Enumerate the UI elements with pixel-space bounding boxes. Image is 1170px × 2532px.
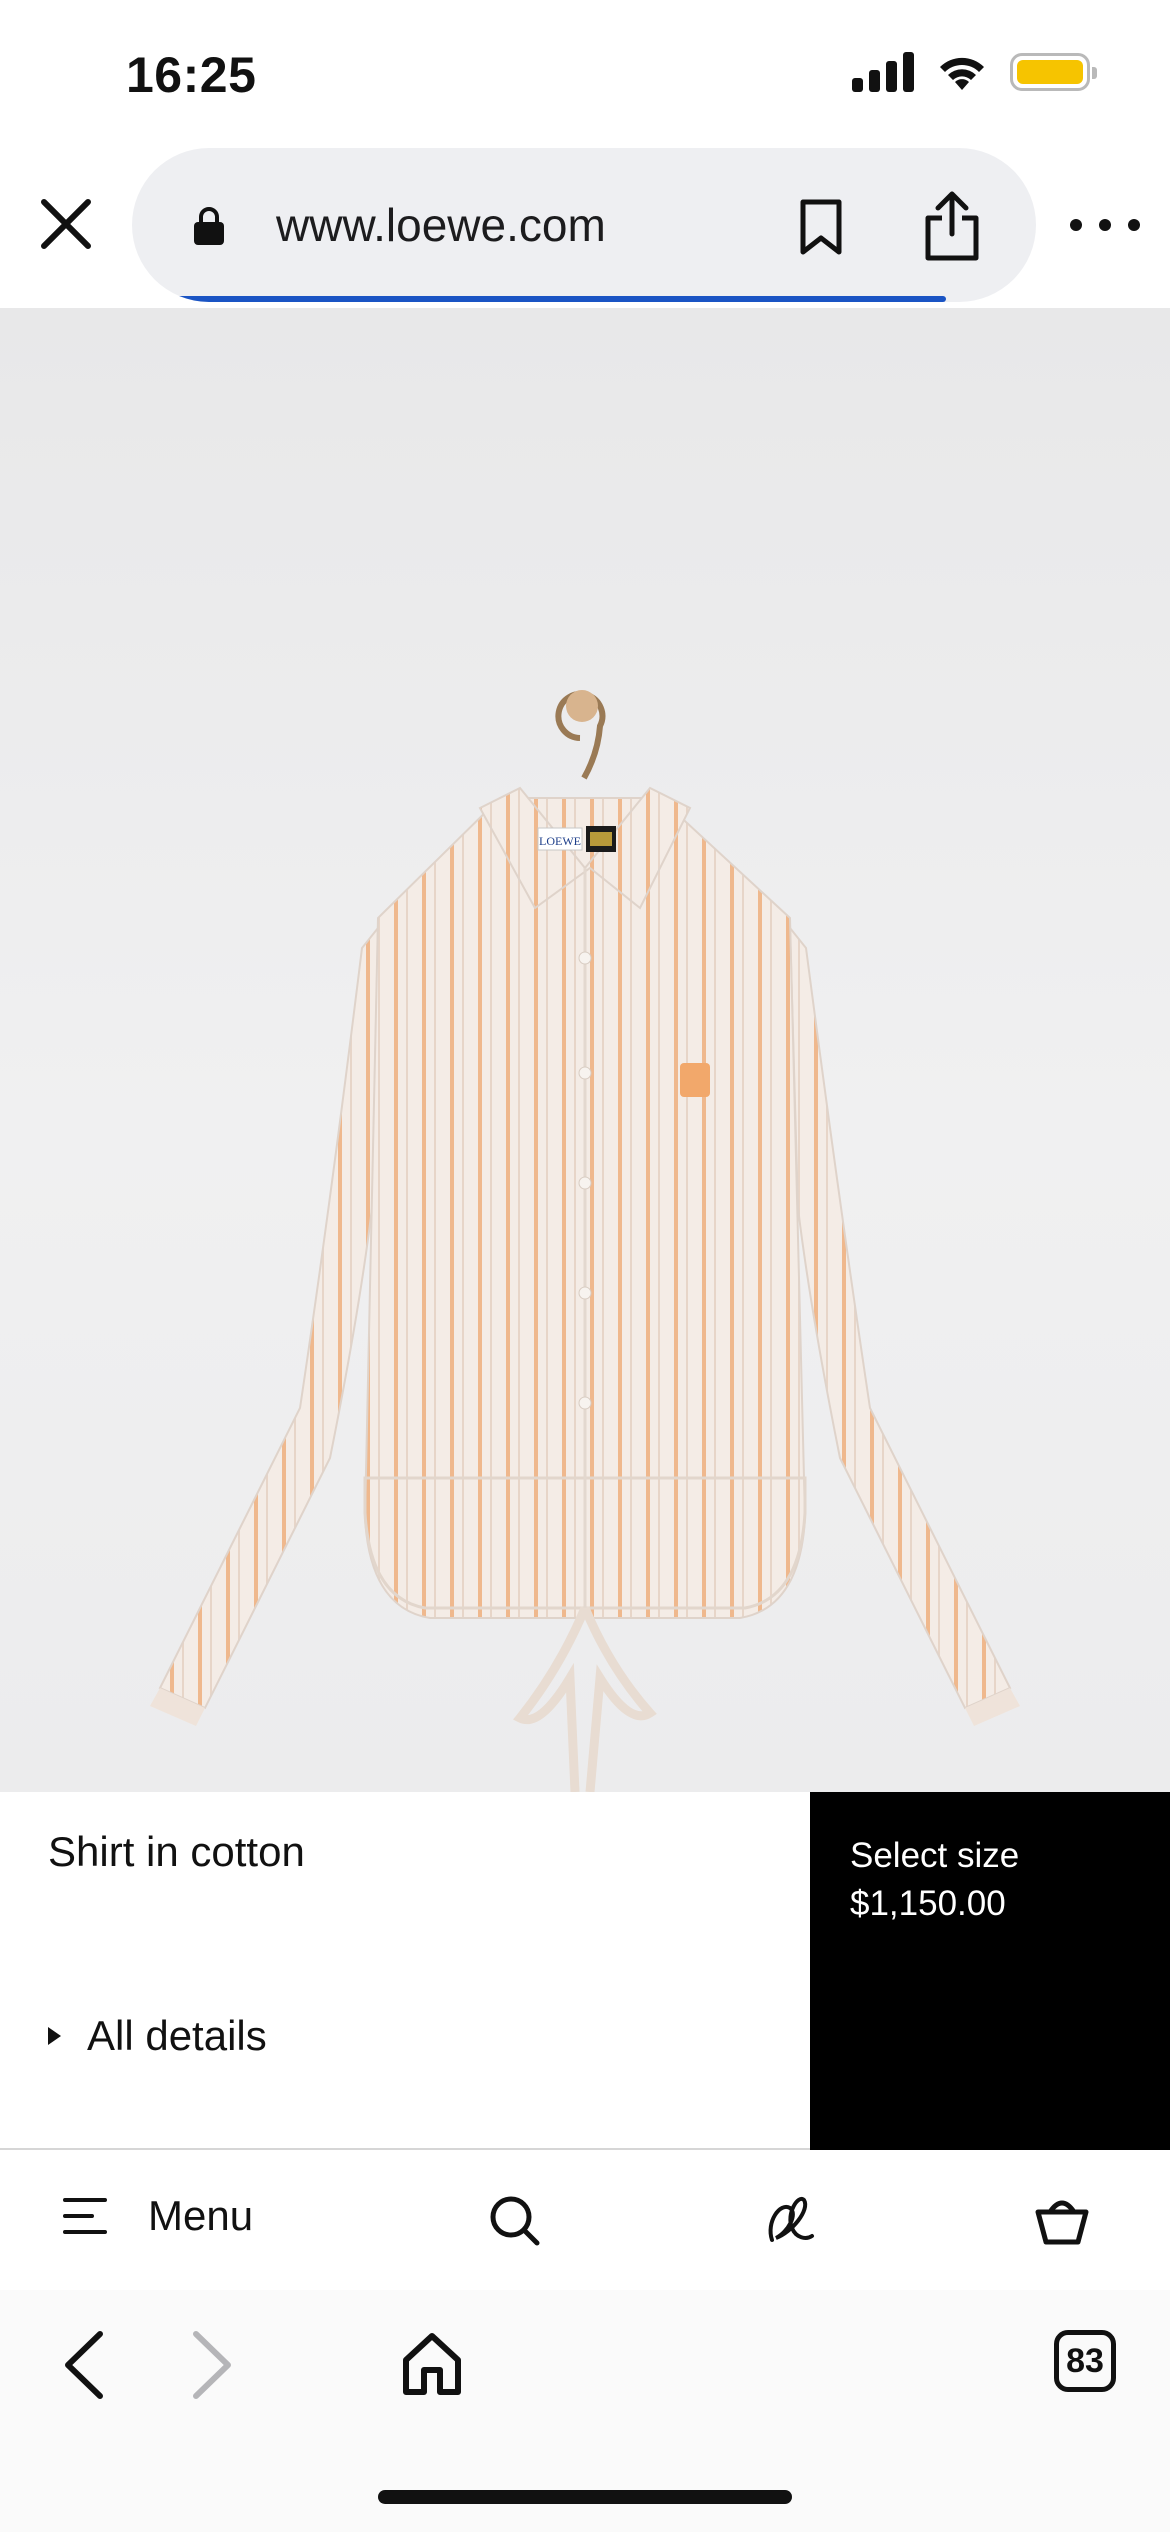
close-icon	[41, 199, 91, 249]
cellular-signal-icon	[852, 52, 914, 92]
bag-icon[interactable]	[1034, 2192, 1090, 2248]
back-icon[interactable]	[60, 2330, 106, 2400]
product-image: LOEWE	[0, 308, 1170, 1792]
bookmark-icon[interactable]	[796, 198, 846, 256]
menu-icon	[63, 2198, 107, 2234]
share-icon[interactable]	[922, 190, 982, 262]
status-icons	[852, 52, 1097, 92]
battery-icon	[1010, 53, 1097, 91]
wishlist-icon[interactable]	[762, 2192, 818, 2248]
home-icon[interactable]	[400, 2330, 464, 2396]
status-bar: 16:25	[0, 0, 1170, 148]
tabs-button[interactable]: 83	[1054, 2330, 1116, 2392]
close-button[interactable]	[38, 196, 94, 252]
all-details-toggle[interactable]: All details	[48, 2012, 267, 2060]
more-button[interactable]	[1070, 210, 1140, 240]
home-indicator[interactable]	[378, 2490, 792, 2504]
select-size-button[interactable]: Select size $1,150.00	[810, 1792, 1170, 2150]
menu-label: Menu	[148, 2192, 254, 2239]
more-icon	[1070, 219, 1082, 231]
select-size-label: Select size	[850, 1836, 1020, 1875]
page-load-progress	[132, 296, 946, 302]
product-price: $1,150.00	[850, 1884, 1006, 1923]
wifi-icon	[940, 57, 984, 90]
lock-icon	[194, 207, 224, 245]
tabs-count: 83	[1066, 2341, 1104, 2380]
shirt-photo: LOEWE	[150, 690, 1020, 1792]
product-title: Shirt in cotton	[48, 1828, 305, 1875]
url-text: www.loewe.com	[276, 199, 606, 251]
disclosure-triangle-icon	[48, 2027, 61, 2045]
browser-toolbar: www.loewe.com	[0, 148, 1170, 308]
site-navigation: Menu	[0, 2152, 1170, 2290]
product-info-panel: Shirt in cotton All details Select size …	[0, 1792, 1170, 2150]
address-bar[interactable]: www.loewe.com	[132, 148, 1036, 302]
label-text: LOEWE	[539, 834, 581, 848]
search-icon[interactable]	[486, 2192, 542, 2248]
menu-button[interactable]: Menu	[62, 2192, 253, 2240]
status-time: 16:25	[126, 47, 257, 103]
forward-icon[interactable]	[190, 2330, 236, 2400]
all-details-label: All details	[87, 2012, 267, 2059]
